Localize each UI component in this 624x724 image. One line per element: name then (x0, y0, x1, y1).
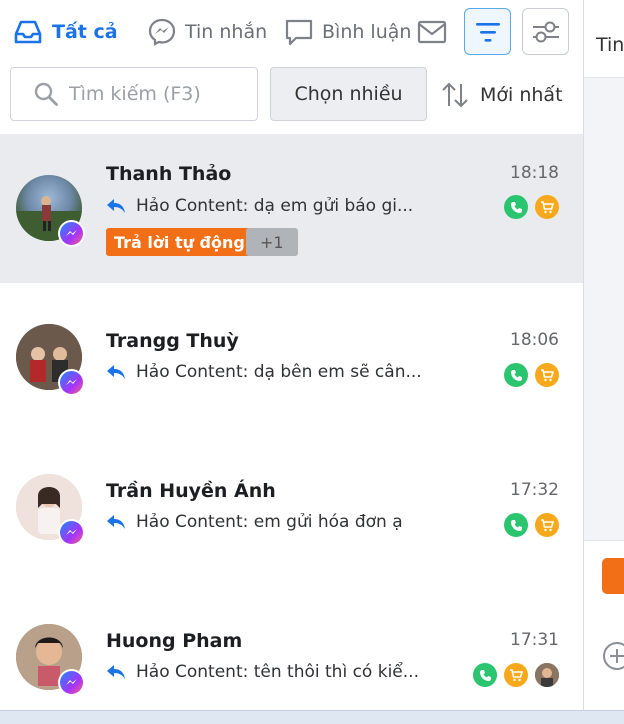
sort-label: Mới nhất (480, 84, 563, 106)
messenger-badge-icon (58, 669, 85, 696)
messenger-badge-icon (58, 220, 85, 247)
status-icons (504, 513, 559, 537)
contact-name: Huong Pham (106, 630, 243, 652)
message-time: 18:18 (510, 163, 559, 183)
messenger-icon (148, 18, 176, 46)
contact-name: Thanh Thảo (106, 163, 232, 185)
tab-messages[interactable]: Tin nhắn (147, 14, 267, 50)
add-circle-icon[interactable] (603, 642, 624, 670)
conversation-item[interactable]: Huong Pham 17:31 Hảo Content: tên thôi t… (0, 584, 583, 710)
detail-tab[interactable]: Tin (584, 0, 624, 78)
conversation-item[interactable]: Thanh Thảo 18:18 Hảo Content: dạ em gửi … (0, 134, 583, 283)
message-preview: Hảo Content: dạ bên em sẽ cân... (106, 362, 422, 382)
cart-icon (535, 363, 559, 387)
more-tags-badge[interactable]: +1 (246, 228, 298, 256)
conversation-item[interactable]: Trangg Thuỳ 18:06 Hảo Content: dạ bên em… (0, 284, 583, 434)
tab-comments-label: Bình luận (322, 21, 412, 43)
channel-tabs: Tất cả Tin nhắn Bình luận (0, 0, 583, 62)
message-preview: Hảo Content: tên thôi thì có kiể... (106, 662, 419, 682)
tab-all-label: Tất cả (52, 21, 118, 43)
message-preview-text: Hảo Content: dạ bên em sẽ cân... (136, 362, 422, 382)
tab-messages-label: Tin nhắn (185, 21, 268, 43)
detail-tab-label: Tin (596, 34, 624, 56)
status-icons (504, 195, 559, 219)
cart-icon (535, 513, 559, 537)
tab-comments[interactable]: Bình luận (284, 14, 411, 50)
contact-name: Trangg Thuỳ (106, 330, 239, 352)
cart-icon (504, 663, 528, 687)
conversation-item[interactable]: Trần Huyền Ánh 17:32 Hảo Content: em gửi… (0, 434, 583, 584)
filter-icon (475, 22, 500, 42)
message-preview-text: Hảo Content: em gửi hóa đơn ạ (136, 512, 403, 532)
tab-all[interactable]: Tất cả (12, 14, 118, 50)
message-preview-text: Hảo Content: dạ em gửi báo gi... (136, 196, 414, 216)
messenger-badge-icon (58, 369, 85, 396)
assigned-user-avatar (535, 663, 559, 687)
sliders-icon (532, 21, 559, 42)
sort-button[interactable]: Mới nhất (440, 75, 563, 115)
phone-icon (504, 513, 528, 537)
search-input[interactable] (69, 83, 239, 105)
contact-name: Trần Huyền Ánh (106, 480, 276, 502)
list-settings-button[interactable] (522, 8, 569, 55)
filter-button[interactable] (464, 8, 511, 55)
search-box (10, 67, 258, 121)
cart-icon (535, 195, 559, 219)
bottom-edge (0, 710, 624, 724)
message-preview: Hảo Content: em gửi hóa đơn ạ (106, 512, 403, 532)
messenger-badge-icon (58, 519, 85, 546)
tab-mail[interactable] (417, 14, 455, 50)
auto-reply-tag: Trả lời tự động (106, 228, 253, 256)
phone-icon (504, 195, 528, 219)
message-preview-text: Hảo Content: tên thôi thì có kiể... (136, 662, 419, 682)
inbox-icon (14, 20, 42, 44)
message-preview: Hảo Content: dạ em gửi báo gi... (106, 196, 413, 216)
reply-icon (107, 199, 125, 213)
conversation-panel: Tất cả Tin nhắn Bình luận Tìm kiếm (F3) … (0, 0, 583, 710)
multi-select-button[interactable]: Chọn nhiều (270, 67, 427, 121)
mail-icon (417, 20, 447, 44)
reply-icon (107, 665, 125, 679)
phone-icon (504, 363, 528, 387)
phone-icon (473, 663, 497, 687)
message-time: 17:32 (510, 480, 559, 500)
search-icon (34, 82, 58, 106)
detail-action-button[interactable] (602, 558, 624, 594)
detail-panel-edge: Tin (583, 0, 624, 724)
message-time: 18:06 (510, 330, 559, 350)
sort-arrows-icon (442, 82, 468, 108)
message-time: 17:31 (510, 630, 559, 650)
reply-icon (107, 515, 125, 529)
reply-icon (107, 365, 125, 379)
comment-icon (285, 19, 313, 46)
status-icons (504, 363, 559, 387)
status-icons (473, 663, 559, 687)
